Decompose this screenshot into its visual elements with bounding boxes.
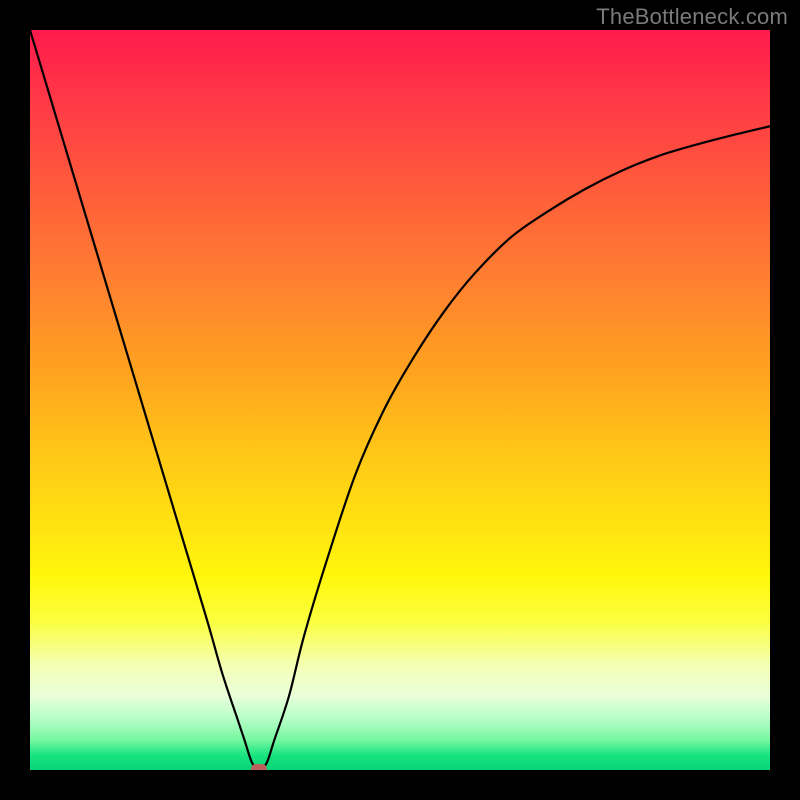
watermark-text: TheBottleneck.com: [596, 4, 788, 30]
minimum-marker: [251, 764, 267, 770]
chart-frame: TheBottleneck.com: [0, 0, 800, 800]
bottleneck-curve: [30, 30, 770, 770]
plot-area: [30, 30, 770, 770]
